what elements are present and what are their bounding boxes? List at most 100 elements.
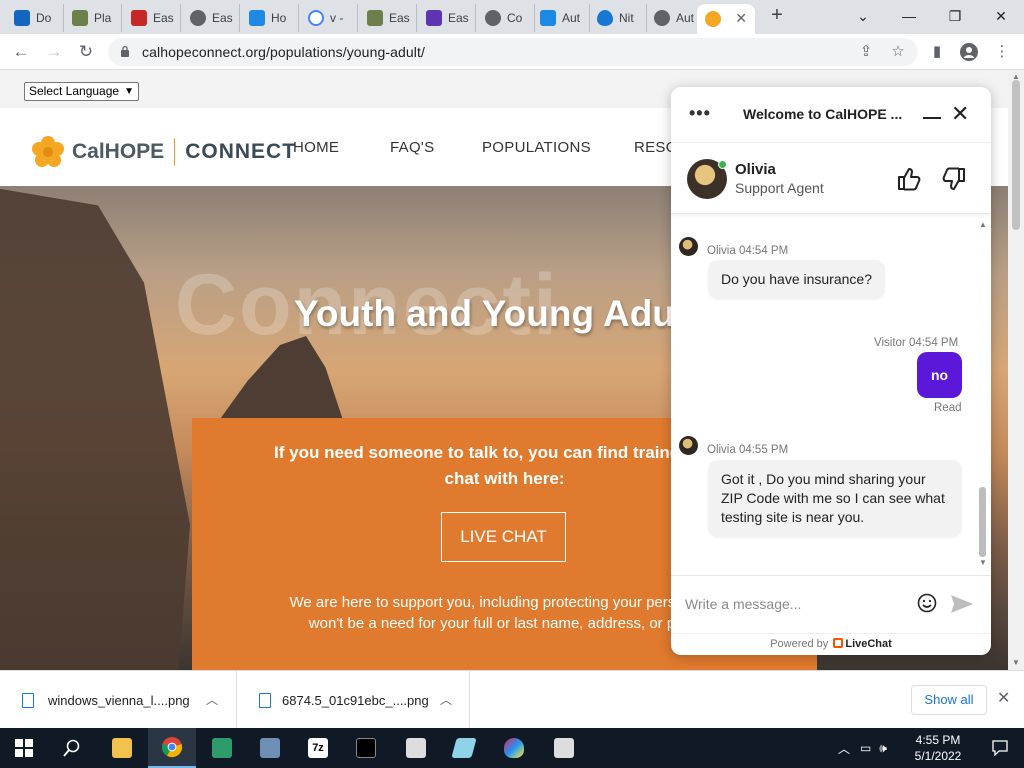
browser-tab[interactable]: Eas bbox=[359, 4, 417, 32]
chat-header: ••• Welcome to CalHOPE ... ✕ bbox=[671, 87, 991, 143]
address-bar[interactable]: calhopeconnect.org/populations/young-adu… bbox=[108, 38, 918, 66]
share-icon[interactable]: ⇪ bbox=[854, 40, 878, 64]
site-logo[interactable]: CalHOPE CONNECT bbox=[30, 134, 296, 170]
logo-divider bbox=[174, 138, 176, 166]
taskbar-app-button[interactable]: 7z bbox=[294, 728, 342, 768]
page-title: Youth and Young Adu bbox=[294, 293, 675, 334]
agent-message: Got it , Do you mind sharing your ZIP Co… bbox=[708, 460, 962, 537]
download-item[interactable]: 6874.5_01c91ebc_....png ︿ bbox=[237, 671, 470, 729]
minimize-window-button[interactable]: — bbox=[896, 4, 922, 28]
emoji-icon[interactable] bbox=[917, 593, 937, 613]
browser-tab[interactable]: Eas bbox=[418, 4, 476, 32]
thumbs-up-icon[interactable] bbox=[896, 166, 922, 192]
network-icon[interactable]: ▭ bbox=[860, 741, 871, 755]
agent-message: Do you have insurance? bbox=[708, 260, 885, 299]
browser-tab[interactable]: Eas bbox=[123, 4, 181, 32]
chrome-button[interactable] bbox=[148, 728, 196, 768]
page-scrollbar[interactable]: ▲ ▼ bbox=[1008, 70, 1024, 670]
send-icon[interactable] bbox=[950, 594, 974, 614]
download-item[interactable]: windows_vienna_l....png ︿ bbox=[0, 671, 237, 729]
reload-icon[interactable]: ↻ bbox=[74, 40, 98, 64]
start-button[interactable] bbox=[0, 728, 48, 768]
language-select[interactable]: Select Language ▼ bbox=[24, 82, 139, 101]
restore-window-button[interactable]: ❐ bbox=[942, 4, 968, 28]
more-options-icon[interactable]: ••• bbox=[689, 103, 711, 124]
close-tab-icon[interactable]: ✕ bbox=[735, 10, 747, 27]
close-window-button[interactable]: ✕ bbox=[988, 4, 1014, 28]
chevron-up-icon[interactable]: ︿ bbox=[206, 691, 218, 708]
hero-rock-image bbox=[0, 186, 190, 670]
chrome-icon bbox=[161, 737, 183, 758]
browser-tab[interactable]: Aut bbox=[646, 4, 704, 32]
browser-tab[interactable]: Eas bbox=[182, 4, 240, 32]
browser-tab[interactable]: Nit bbox=[589, 4, 647, 32]
show-all-button[interactable]: Show all bbox=[911, 685, 987, 715]
browser-tab[interactable]: Co bbox=[477, 4, 535, 32]
side-panel-icon[interactable]: ▮ bbox=[925, 40, 949, 64]
message-list[interactable]: Olivia 04:54 PM Do you have insurance? V… bbox=[671, 215, 991, 573]
search-button[interactable] bbox=[48, 728, 96, 768]
tab-strip: Do Pla Eas Eas Ho v - Eas Eas Co Aut Nit… bbox=[0, 0, 1024, 34]
tab-favicon-icon bbox=[367, 10, 383, 26]
message-composer: Write a message... bbox=[671, 575, 991, 633]
agent-name: Olivia bbox=[735, 161, 776, 178]
tab-search-icon[interactable]: ⌄ bbox=[850, 4, 876, 28]
file-explorer-button[interactable] bbox=[98, 728, 146, 768]
globe-icon bbox=[654, 10, 670, 26]
back-icon[interactable]: ← bbox=[9, 40, 33, 64]
close-chat-icon[interactable]: ✕ bbox=[951, 101, 969, 127]
browser-tab[interactable]: Pla bbox=[64, 4, 122, 32]
browser-tab[interactable]: Ho bbox=[241, 4, 299, 32]
chat-scrollbar[interactable]: ▲ ▼ bbox=[977, 220, 989, 567]
taskbar-app-button[interactable] bbox=[540, 728, 588, 768]
browser-tab-active[interactable]: ✕ bbox=[697, 4, 755, 34]
volume-icon[interactable]: 🕪 bbox=[879, 741, 887, 756]
browser-tab[interactable]: v - bbox=[300, 4, 358, 32]
nav-populations[interactable]: POPULATIONS bbox=[482, 139, 591, 156]
chevron-up-icon[interactable]: ︿ bbox=[440, 691, 452, 708]
new-tab-button[interactable]: + bbox=[766, 5, 788, 27]
tab-favicon-icon bbox=[426, 10, 442, 26]
chevron-down-icon: ▼ bbox=[124, 86, 134, 97]
taskbar-clock[interactable]: 4:55 PM 5/1/2022 bbox=[912, 732, 964, 764]
profile-icon[interactable] bbox=[957, 40, 981, 64]
app-icon bbox=[451, 738, 477, 758]
live-chat-button[interactable]: LIVE CHAT bbox=[441, 512, 566, 562]
windows-taskbar: 7z ︿ ▭ 🕪 4:55 PM 5/1/2022 bbox=[0, 728, 1024, 768]
forward-icon[interactable]: → bbox=[42, 40, 66, 64]
scroll-up-icon[interactable]: ▲ bbox=[979, 220, 987, 229]
tab-favicon-icon bbox=[131, 10, 147, 26]
download-filename: 6874.5_01c91ebc_....png bbox=[282, 693, 429, 708]
bookmark-star-icon[interactable]: ☆ bbox=[886, 40, 910, 64]
chart-app-icon bbox=[212, 738, 232, 758]
taskbar-app-button[interactable] bbox=[246, 728, 294, 768]
scroll-down-icon[interactable]: ▼ bbox=[979, 558, 987, 567]
message-meta: Olivia 04:55 PM bbox=[707, 444, 789, 456]
browser-tab[interactable]: Aut bbox=[532, 4, 590, 32]
taskbar-app-button[interactable] bbox=[440, 728, 488, 768]
taskbar-app-button[interactable] bbox=[198, 728, 246, 768]
7zip-icon: 7z bbox=[308, 738, 328, 758]
tab-favicon-icon bbox=[540, 10, 556, 26]
nav-faqs[interactable]: FAQ'S bbox=[390, 139, 434, 156]
nav-home[interactable]: HOME bbox=[293, 139, 339, 156]
globe-icon bbox=[485, 10, 501, 26]
downloads-bar: windows_vienna_l....png ︿ 6874.5_01c91eb… bbox=[0, 670, 1024, 729]
taskbar-app-button[interactable] bbox=[392, 728, 440, 768]
notifications-button[interactable] bbox=[976, 728, 1024, 768]
menu-kebab-icon[interactable]: ⋮ bbox=[990, 40, 1014, 64]
close-downloads-icon[interactable]: ✕ bbox=[997, 688, 1010, 708]
chat-scrollbar-thumb[interactable] bbox=[979, 487, 986, 557]
taskbar-app-button[interactable] bbox=[490, 728, 538, 768]
tab-favicon-icon bbox=[190, 10, 206, 26]
minimize-chat-icon[interactable] bbox=[923, 117, 941, 119]
scrollbar-thumb[interactable] bbox=[1012, 80, 1020, 230]
url-text: calhopeconnect.org/populations/young-adu… bbox=[142, 44, 425, 60]
thumbs-down-icon[interactable] bbox=[941, 166, 967, 192]
chevron-up-icon[interactable]: ︿ bbox=[838, 740, 850, 757]
taskbar-app-button[interactable] bbox=[342, 728, 390, 768]
browser-tab[interactable]: Do bbox=[6, 4, 64, 32]
scroll-down-icon[interactable]: ▼ bbox=[1012, 658, 1020, 667]
message-input[interactable]: Write a message... bbox=[685, 596, 801, 612]
powered-by-footer[interactable]: Powered by LiveChat bbox=[671, 633, 991, 655]
